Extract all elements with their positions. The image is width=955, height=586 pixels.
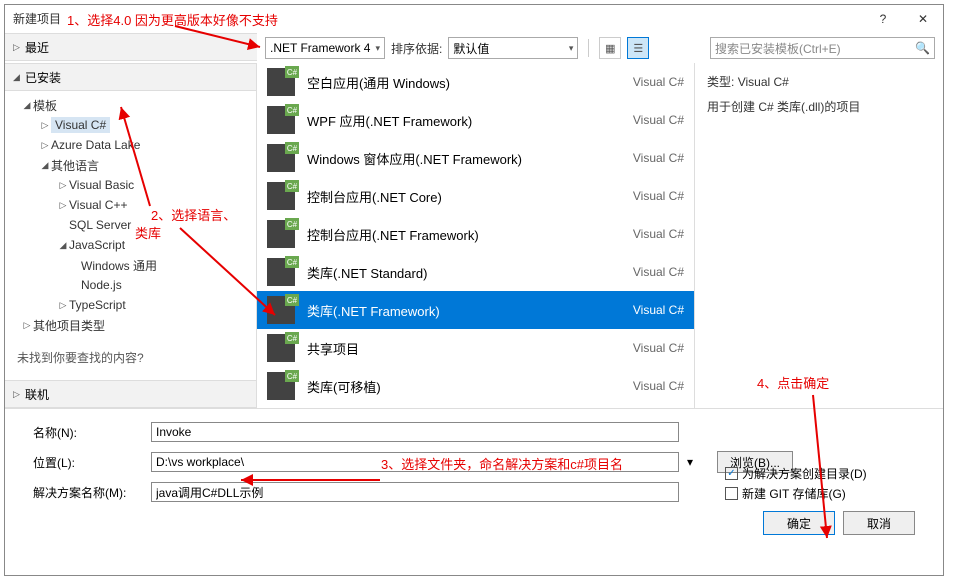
chevron-right-icon: ▷	[13, 42, 25, 53]
framework-value: .NET Framework 4	[270, 41, 370, 55]
tree-vb[interactable]: ▷Visual Basic	[5, 175, 256, 195]
template-item[interactable]: C# 类库(可移植) Visual C#	[257, 367, 694, 405]
template-item[interactable]: C# Windows 窗体应用(.NET Framework) Visual C#	[257, 139, 694, 177]
name-input[interactable]	[151, 422, 679, 442]
template-lang: Visual C#	[633, 189, 684, 203]
solution-label: 解决方案名称(M):	[33, 484, 143, 501]
ok-button[interactable]: 确定	[763, 511, 835, 535]
chevron-down-icon: ◢	[13, 72, 25, 83]
template-lang: Visual C#	[633, 379, 684, 393]
template-name: WPF 应用(.NET Framework)	[307, 111, 621, 130]
location-input[interactable]	[151, 452, 679, 472]
tree-ts[interactable]: ▷TypeScript	[5, 295, 256, 315]
section-online[interactable]: ▷ 联机	[5, 380, 256, 408]
sort-dropdown[interactable]: 默认值 ▾	[448, 37, 578, 59]
template-lang: Visual C#	[633, 341, 684, 355]
tree-js[interactable]: ◢JavaScript	[5, 235, 256, 255]
template-icon: C#	[267, 182, 295, 210]
template-item[interactable]: C# 控制台应用(.NET Framework) Visual C#	[257, 215, 694, 253]
template-item[interactable]: C#Windows 运行时组件(通用 Windows)Visual C#	[257, 405, 694, 408]
left-pane: ◢ 已安装 ◢模板 ▷Visual C# ▷Azure Data Lake ◢其…	[5, 63, 257, 408]
template-icon: C#	[267, 296, 295, 324]
tree-otherlang[interactable]: ◢其他语言	[5, 155, 256, 175]
section-online-label: 联机	[25, 386, 49, 403]
bottom-form: 名称(N): 位置(L): ▾ 浏览(B)... 解决方案名称(M): ✓ 为解…	[5, 408, 943, 555]
template-list: C# 空白应用(通用 Windows) Visual C# C# WPF 应用(.NET…	[257, 63, 695, 408]
help-button[interactable]: ?	[863, 5, 903, 33]
location-label: 位置(L):	[33, 454, 143, 471]
view-tiles-button[interactable]: ▦	[599, 37, 621, 59]
template-name: 类库(.NET Framework)	[307, 301, 621, 320]
framework-dropdown[interactable]: .NET Framework 4 ▾	[265, 37, 385, 59]
section-installed-label: 已安装	[25, 69, 61, 86]
template-icon: C#	[267, 372, 295, 400]
section-recent[interactable]: ▷ 最近	[5, 33, 257, 61]
template-item[interactable]: C# 类库(.NET Standard) Visual C#	[257, 253, 694, 291]
tree-visual-csharp[interactable]: ▷Visual C#	[5, 115, 256, 135]
sort-label: 排序依据:	[391, 40, 442, 57]
chevron-down-icon: ▾	[375, 43, 380, 54]
template-name: 共享项目	[307, 339, 621, 358]
template-name: 空白应用(通用 Windows)	[307, 73, 621, 92]
template-icon: C#	[267, 220, 295, 248]
section-recent-label: 最近	[25, 39, 49, 56]
chevron-right-icon: ▷	[13, 389, 25, 400]
close-button[interactable]: ✕	[903, 5, 943, 33]
create-dir-checkbox[interactable]: ✓	[725, 467, 738, 480]
template-name: 类库(可移植)	[307, 377, 621, 396]
tree-sql[interactable]: SQL Server	[5, 215, 256, 235]
template-lang: Visual C#	[633, 265, 684, 279]
cancel-button[interactable]: 取消	[843, 511, 915, 535]
template-item[interactable]: C# 类库(.NET Framework) Visual C#	[257, 291, 694, 329]
template-name: Windows 窗体应用(.NET Framework)	[307, 149, 621, 168]
template-description: 用于创建 C# 类库(.dll)的项目	[707, 98, 931, 115]
type-label: 类型:	[707, 75, 734, 89]
titlebar: 新建项目 ? ✕	[5, 5, 943, 33]
tree-winuniversal[interactable]: Windows 通用	[5, 255, 256, 275]
template-item[interactable]: C# 控制台应用(.NET Core) Visual C#	[257, 177, 694, 215]
template-icon: C#	[267, 258, 295, 286]
template-item[interactable]: C# 共享项目 Visual C#	[257, 329, 694, 367]
template-lang: Visual C#	[633, 113, 684, 127]
name-label: 名称(N):	[33, 424, 143, 441]
section-installed[interactable]: ◢ 已安装	[5, 63, 256, 91]
template-name: 控制台应用(.NET Framework)	[307, 225, 621, 244]
sort-value: 默认值	[453, 40, 489, 57]
tree-othertypes[interactable]: ▷其他项目类型	[5, 315, 256, 335]
location-dropdown[interactable]: ▾	[687, 455, 709, 469]
template-lang: Visual C#	[633, 75, 684, 89]
template-lang: Visual C#	[633, 303, 684, 317]
tree-nodejs[interactable]: Node.js	[5, 275, 256, 295]
open-installer-link[interactable]: 打开 Visual Studio 安装程序	[5, 372, 256, 380]
template-icon: C#	[267, 106, 295, 134]
template-icon: C#	[267, 68, 295, 96]
view-list-button[interactable]: ☰	[627, 37, 649, 59]
solution-input[interactable]	[151, 482, 679, 502]
chevron-down-icon: ▾	[569, 43, 574, 54]
template-item[interactable]: C# WPF 应用(.NET Framework) Visual C#	[257, 101, 694, 139]
tree-templates[interactable]: ◢模板	[5, 95, 256, 115]
details-pane: 类型: Visual C# 用于创建 C# 类库(.dll)的项目	[695, 63, 943, 408]
tree-vcpp[interactable]: ▷Visual C++	[5, 195, 256, 215]
not-found-text: 未找到你要查找的内容?	[5, 343, 256, 372]
window-title: 新建项目	[13, 10, 863, 27]
type-value: Visual C#	[738, 75, 789, 89]
template-icon: C#	[267, 334, 295, 362]
template-name: 类库(.NET Standard)	[307, 263, 621, 282]
template-lang: Visual C#	[633, 151, 684, 165]
search-icon: 🔍	[915, 41, 930, 55]
tree-azure[interactable]: ▷Azure Data Lake	[5, 135, 256, 155]
template-name: 控制台应用(.NET Core)	[307, 187, 621, 206]
search-input[interactable]: 搜索已安装模板(Ctrl+E) 🔍	[710, 37, 935, 59]
template-item[interactable]: C# 空白应用(通用 Windows) Visual C#	[257, 63, 694, 101]
search-placeholder: 搜索已安装模板(Ctrl+E)	[715, 40, 841, 57]
template-icon: C#	[267, 144, 295, 172]
template-lang: Visual C#	[633, 227, 684, 241]
